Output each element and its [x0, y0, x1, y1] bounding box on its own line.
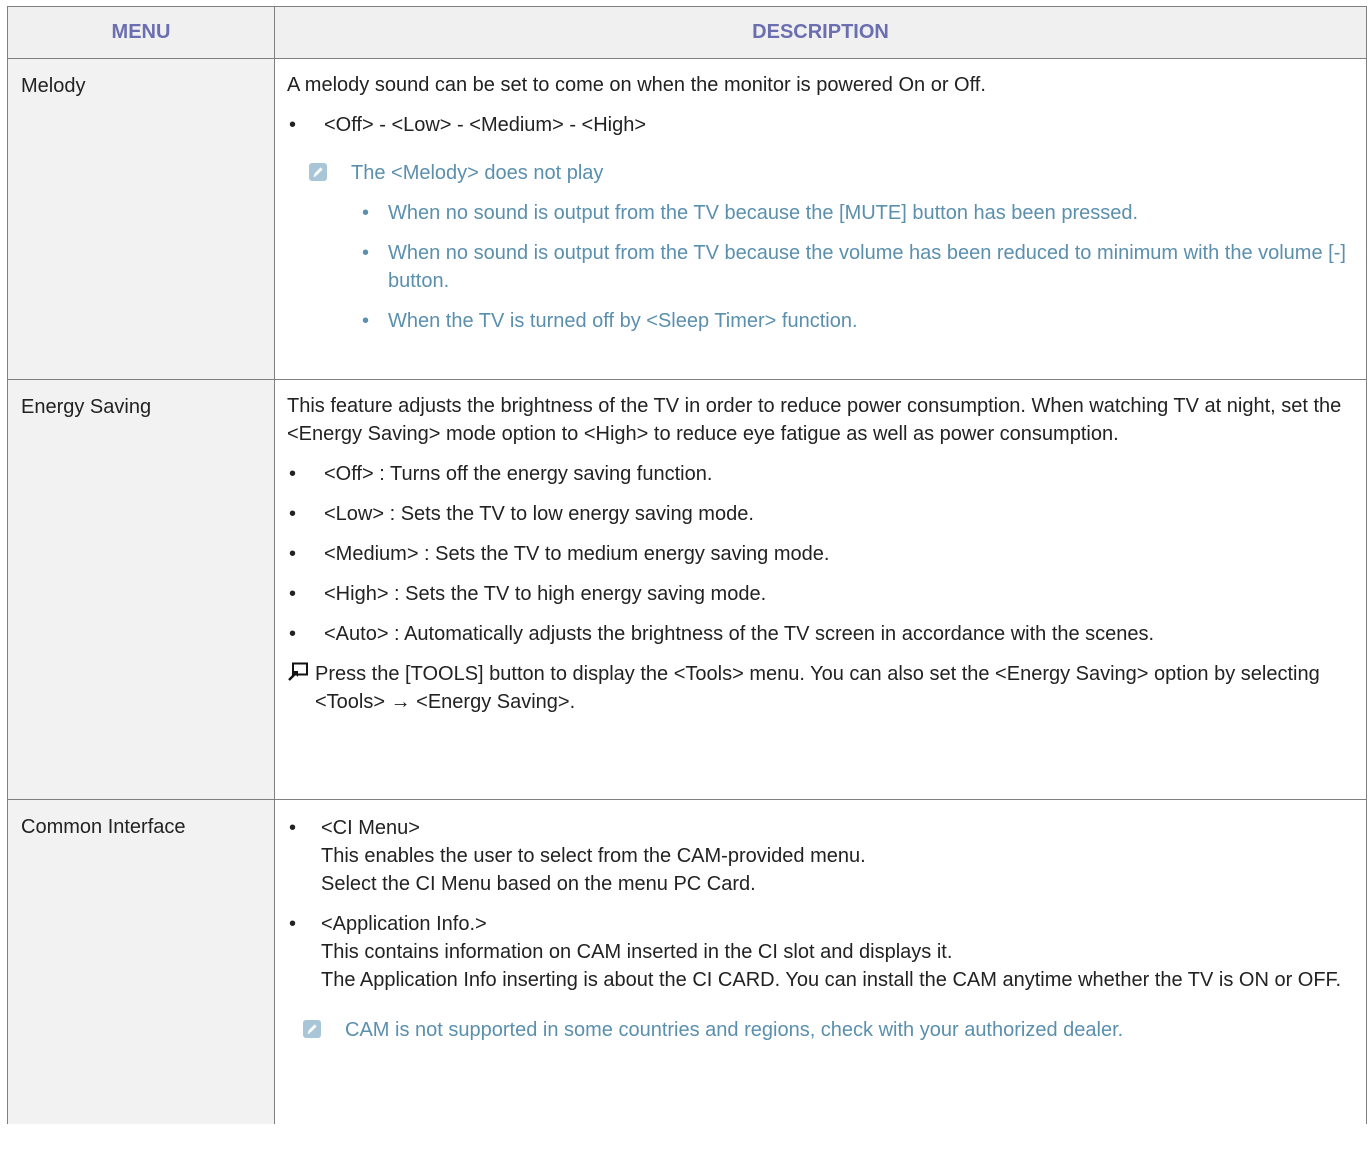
ci-options-list: • <CI Menu> This enables the user to sel…	[287, 814, 1352, 994]
tools-tip-text: Press the [TOOLS] button to display the …	[315, 663, 1320, 713]
application-info-line: This contains information on CAM inserte…	[321, 941, 953, 963]
list-item: • <Application Info.> This contains info…	[287, 910, 1352, 994]
note-item: When no sound is output from the TV beca…	[388, 202, 1139, 224]
melody-note-title: The <Melody> does not play	[351, 162, 604, 184]
menu-cell-common-interface: Common Interface	[7, 799, 275, 1124]
note-pencil-icon	[303, 1020, 321, 1038]
melody-options-list: • <Off> - <Low> - <Medium> - <High>	[287, 111, 1352, 139]
column-header-menu: MENU	[7, 6, 275, 59]
ci-menu-line: Select the CI Menu based on the menu PC …	[321, 873, 756, 895]
tools-tip: Press the [TOOLS] button to display the …	[287, 660, 1352, 716]
description-cell-melody: A melody sound can be set to come on whe…	[274, 58, 1367, 380]
list-item: • <CI Menu> This enables the user to sel…	[287, 814, 1352, 898]
bullet: •	[289, 114, 297, 136]
ci-menu-title: <CI Menu>	[321, 817, 420, 839]
ci-note-text: CAM is not supported in some countries a…	[345, 1019, 1124, 1041]
application-info-title: <Application Info.>	[321, 913, 487, 935]
list-item: • <Medium> : Sets the TV to medium energy…	[287, 540, 1352, 568]
tools-remote-icon	[287, 662, 309, 690]
bullet: •	[289, 583, 297, 605]
ci-note: CAM is not supported in some countries a…	[287, 1016, 1352, 1044]
list-item: • <High> : Sets the TV to high energy sav…	[287, 580, 1352, 608]
list-item: • <Off> - <Low> - <Medium> - <High>	[287, 111, 1352, 139]
table-row-melody: Melody A melody sound can be set to come…	[7, 58, 1367, 380]
list-item: • When no sound is output from the TV bec…	[351, 239, 1352, 295]
energy-intro: This feature adjusts the brightness of t…	[287, 395, 1342, 445]
bullet: •	[362, 310, 370, 332]
application-info-line: The Application Info inserting is about …	[321, 969, 1342, 991]
bullet: •	[289, 503, 297, 525]
table-row-energy-saving: Energy Saving This feature adjusts the b…	[7, 379, 1367, 800]
note-pencil-icon	[309, 163, 327, 181]
note-item: When no sound is output from the TV beca…	[388, 242, 1346, 292]
settings-table: MENU DESCRIPTION Melody A melody sound c…	[7, 6, 1367, 1124]
table-header-row: MENU DESCRIPTION	[7, 6, 1367, 59]
bullet: •	[289, 817, 297, 839]
bullet: •	[289, 543, 297, 565]
ci-menu-line: This enables the user to select from the…	[321, 845, 866, 867]
energy-option: <Medium> : Sets the TV to medium energy …	[324, 543, 830, 565]
list-item: • <Auto> : Automatically adjusts the brig…	[287, 620, 1352, 648]
melody-options: <Off> - <Low> - <Medium> - <High>	[324, 114, 647, 136]
melody-note-list: • When no sound is output from the TV bec…	[287, 199, 1352, 335]
column-header-description: DESCRIPTION	[274, 6, 1367, 59]
energy-option: <High> : Sets the TV to high energy savi…	[324, 583, 767, 605]
menu-cell-melody: Melody	[7, 58, 275, 380]
energy-option: <Off> : Turns off the energy saving func…	[324, 463, 713, 485]
note-item: When the TV is turned off by <Sleep Time…	[388, 310, 858, 332]
list-item: • <Low> : Sets the TV to low energy savin…	[287, 500, 1352, 528]
bullet: •	[289, 463, 297, 485]
list-item: • When the TV is turned off by <Sleep Tim…	[351, 307, 1352, 335]
bullet: •	[289, 623, 297, 645]
melody-note: The <Melody> does not play • When no soun…	[287, 159, 1352, 335]
energy-option: <Low> : Sets the TV to low energy saving…	[324, 503, 754, 525]
menu-cell-energy-saving: Energy Saving	[7, 379, 275, 800]
description-cell-energy-saving: This feature adjusts the brightness of t…	[274, 379, 1367, 800]
list-item: • When no sound is output from the TV bec…	[351, 199, 1352, 227]
energy-options-list: • <Off> : Turns off the energy saving fun…	[287, 460, 1352, 648]
bullet: •	[289, 913, 297, 935]
list-item: • <Off> : Turns off the energy saving fun…	[287, 460, 1352, 488]
energy-option: <Auto> : Automatically adjusts the brigh…	[324, 623, 1155, 645]
melody-intro: A melody sound can be set to come on whe…	[287, 74, 986, 96]
table-row-common-interface: Common Interface • <CI Menu> This enable…	[7, 799, 1367, 1124]
bullet: •	[362, 202, 370, 224]
description-cell-common-interface: • <CI Menu> This enables the user to sel…	[274, 799, 1367, 1124]
bullet: •	[362, 242, 370, 264]
